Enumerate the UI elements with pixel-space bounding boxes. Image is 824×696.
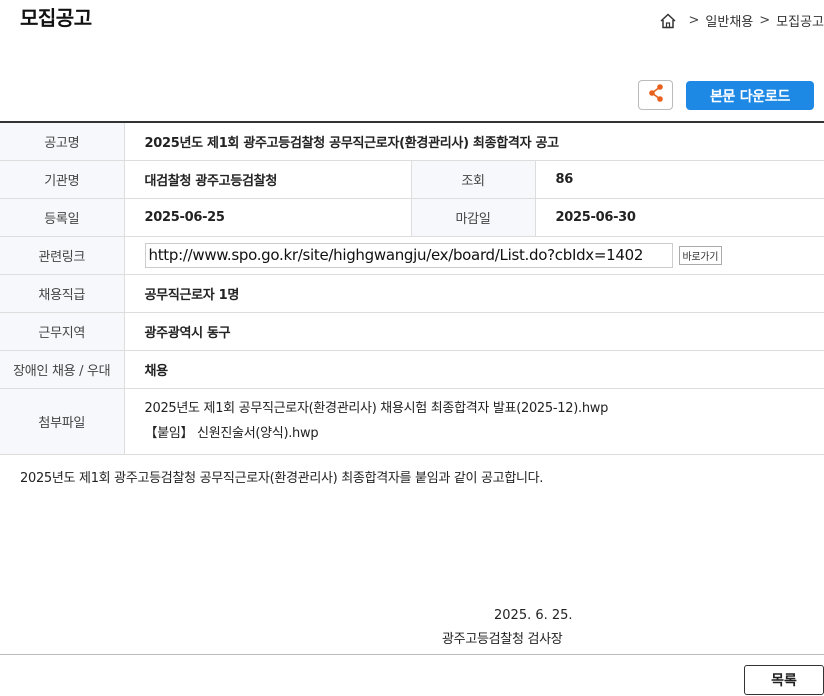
breadcrumb: > 일반채용 > 모집공고 <box>659 11 824 30</box>
attachments-cell: 2025년도 제1회 공무직근로자(환경관리사) 채용시험 최종합격자 발표(2… <box>124 388 824 455</box>
attachment-link[interactable]: 2025년도 제1회 공무직근로자(환경관리사) 채용시험 최종합격자 발표(2… <box>145 396 824 421</box>
table-row: 근무지역 광주광역시 동구 <box>0 312 824 351</box>
breadcrumb-separator: > <box>688 13 700 28</box>
go-link-button[interactable]: 바로가기 <box>678 245 723 265</box>
table-row: 공고명 2025년도 제1회 광주고등검찰청 공무직근로자(환경관리사) 최종합… <box>0 122 824 161</box>
notice-info-table: 공고명 2025년도 제1회 광주고등검찰청 공무직근로자(환경관리사) 최종합… <box>0 121 824 455</box>
list-button[interactable]: 목록 <box>744 665 824 695</box>
page-title: 모집공고 <box>20 6 92 30</box>
deadline-label: 마감일 <box>411 198 536 237</box>
table-row: 첨부파일 2025년도 제1회 공무직근로자(환경관리사) 채용시험 최종합격자… <box>0 388 824 455</box>
region-label: 근무지역 <box>0 312 125 351</box>
job-value: 공무직근로자 1명 <box>124 274 824 313</box>
notice-date: 2025. 6. 25. <box>494 608 573 623</box>
related-link-field[interactable]: http://www.spo.go.kr/site/highgwangju/ex… <box>144 242 673 268</box>
table-row: 관련링크 http://www.spo.go.kr/site/highgwang… <box>0 236 824 275</box>
attachment-link[interactable]: 【붙임】 신원진술서(양식).hwp <box>145 421 824 446</box>
download-button[interactable]: 본문 다운로드 <box>686 81 814 110</box>
breadcrumb-item-current[interactable]: 모집공고 <box>776 11 824 30</box>
link-label: 관련링크 <box>0 236 125 275</box>
notice-body-text: 2025년도 제1회 광주고등검찰청 공무직근로자(환경관리사) 최종합격자를 … <box>20 471 544 486</box>
title-label: 공고명 <box>0 122 125 161</box>
divider <box>0 654 824 655</box>
reg-date-value: 2025-06-25 <box>124 198 412 237</box>
deadline-value: 2025-06-30 <box>535 198 824 237</box>
breadcrumb-separator: > <box>759 13 771 28</box>
table-row: 기관명 대검찰청 광주고등검찰청 조회 86 <box>0 160 824 199</box>
views-label: 조회 <box>411 160 536 199</box>
region-value: 광주광역시 동구 <box>124 312 824 351</box>
disabled-hiring-label: 장애인 채용 / 우대 <box>0 350 125 389</box>
job-label: 채용직급 <box>0 274 125 313</box>
title-value: 2025년도 제1회 광주고등검찰청 공무직근로자(환경관리사) 최종합격자 공… <box>124 122 824 161</box>
table-row: 장애인 채용 / 우대 채용 <box>0 350 824 389</box>
share-icon <box>647 83 665 107</box>
home-icon[interactable] <box>659 12 677 30</box>
share-button[interactable] <box>638 80 673 110</box>
table-row: 등록일 2025-06-25 마감일 2025-06-30 <box>0 198 824 237</box>
agency-value: 대검찰청 광주고등검찰청 <box>124 160 412 199</box>
link-cell: http://www.spo.go.kr/site/highgwangju/ex… <box>124 236 824 275</box>
breadcrumb-item-general[interactable]: 일반채용 <box>705 11 753 30</box>
disabled-hiring-value: 채용 <box>124 350 824 389</box>
table-row: 채용직급 공무직근로자 1명 <box>0 274 824 313</box>
views-value: 86 <box>535 160 824 199</box>
attachments-label: 첨부파일 <box>0 388 125 455</box>
agency-label: 기관명 <box>0 160 125 199</box>
notice-signer: 광주고등검찰청 검사장 <box>442 632 563 647</box>
reg-date-label: 등록일 <box>0 198 125 237</box>
